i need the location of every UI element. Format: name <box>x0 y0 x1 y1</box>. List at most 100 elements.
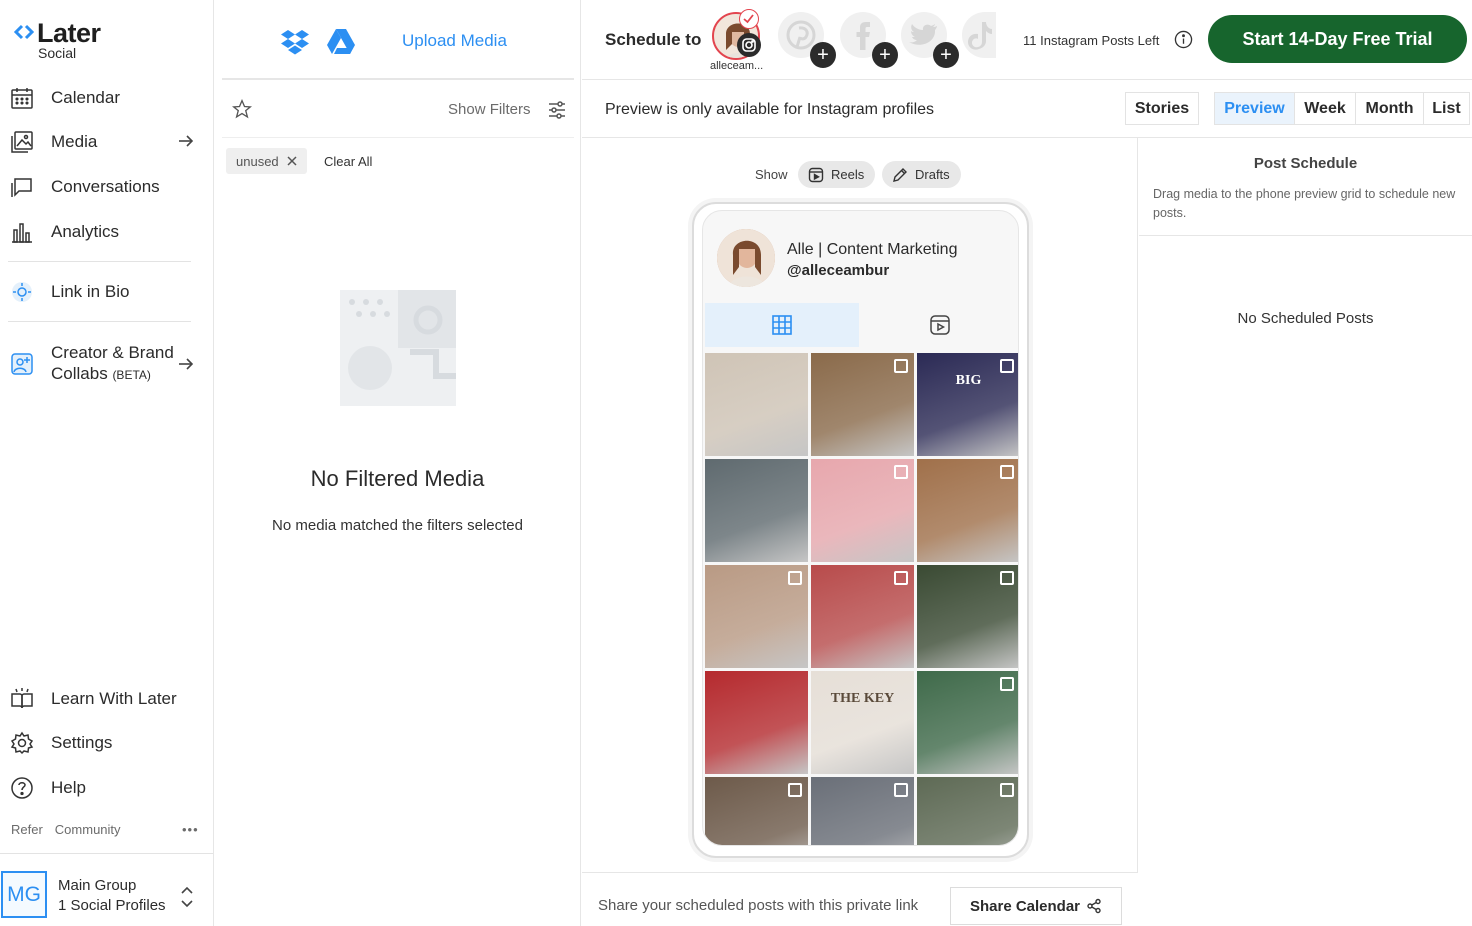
profile-username: alleceam... <box>710 60 764 72</box>
empty-state-title: No Filtered Media <box>310 466 485 491</box>
show-drafts-toggle[interactable]: Drafts <box>882 161 961 188</box>
post-tile[interactable] <box>705 671 808 774</box>
add-twitter-profile[interactable]: + <box>901 12 959 68</box>
carousel-icon <box>788 571 802 585</box>
sidebar-item-label: Learn With Later <box>51 689 177 708</box>
post-tile[interactable]: THE KEY <box>811 671 914 774</box>
sidebar-item-calendar[interactable]: Calendar <box>0 78 213 118</box>
share-calendar-label: Share Calendar <box>969 897 1081 915</box>
group-switcher[interactable]: MG Main Group 1 Social Profiles <box>0 853 213 926</box>
reels-tab[interactable] <box>861 303 1018 347</box>
phone-screen: Alle | Content Marketing @alleceambur BI… <box>702 210 1019 846</box>
sidebar-item-conversations[interactable]: Conversations <box>0 167 213 207</box>
arrow-right-icon <box>179 358 194 370</box>
post-tile-text: BIG <box>955 373 982 388</box>
post-schedule-panel: Post Schedule Drag media to the phone pr… <box>1139 138 1472 926</box>
show-filters-button[interactable]: Show Filters <box>448 101 531 118</box>
post-tile[interactable] <box>811 353 914 456</box>
add-tiktok-profile[interactable] <box>962 12 996 58</box>
sidebar-item-label-line2: Collabs <box>51 364 108 383</box>
plus-icon: + <box>933 42 959 68</box>
show-toggle-label: Show <box>755 167 788 182</box>
carousel-icon <box>894 571 908 585</box>
group-profiles-count: 1 Social Profiles <box>58 897 166 914</box>
sidebar-item-help[interactable]: Help <box>0 768 213 808</box>
sidebar-item-settings[interactable]: Settings <box>0 723 213 763</box>
show-reels-toggle[interactable]: Reels <box>798 161 876 188</box>
sidebar-item-label: Calendar <box>51 88 120 107</box>
calendar-icon <box>10 86 34 110</box>
upload-media-button[interactable]: Upload Media <box>402 31 507 51</box>
star-icon[interactable] <box>232 99 252 119</box>
share-calendar-button[interactable]: Share Calendar <box>950 887 1122 925</box>
post-tile[interactable]: BIG <box>917 353 1018 456</box>
post-tile[interactable] <box>705 459 808 562</box>
post-tile[interactable] <box>917 565 1018 668</box>
google-drive-icon[interactable] <box>326 28 356 55</box>
post-tile[interactable] <box>705 565 808 668</box>
filter-row: Show Filters <box>222 82 574 138</box>
carousel-icon <box>788 783 802 797</box>
media-library-panel: Upload Media Show Filters unused Clear A… <box>214 0 581 926</box>
grid-tab[interactable] <box>705 303 859 347</box>
more-options-icon[interactable]: ••• <box>182 822 199 837</box>
info-icon[interactable] <box>1174 30 1193 49</box>
media-icon <box>10 130 34 154</box>
sidebar-item-creator-collabs[interactable]: Creator & Brand Collabs (BETA) <box>0 340 213 388</box>
post-tile[interactable] <box>811 777 914 845</box>
sidebar-item-label: Conversations <box>51 177 160 196</box>
filter-chip-unused[interactable]: unused <box>226 148 307 174</box>
posts-left-counter: 11 Instagram Posts Left <box>1023 33 1160 48</box>
filter-sliders-icon[interactable] <box>548 101 566 119</box>
arrow-right-icon <box>179 135 194 147</box>
group-name: Main Group <box>58 877 137 894</box>
post-grid: BIG THE KEY <box>705 353 1018 845</box>
sidebar-footer-links: Refer Community <box>11 822 121 837</box>
post-tile[interactable] <box>917 671 1018 774</box>
brand-sub: Social <box>38 45 77 61</box>
view-preview-button[interactable]: Preview <box>1214 92 1295 125</box>
view-list-button[interactable]: List <box>1423 92 1470 125</box>
community-link[interactable]: Community <box>55 822 121 837</box>
no-scheduled-posts: No Scheduled Posts <box>1237 310 1374 327</box>
sidebar-item-learn[interactable]: Learn With Later <box>0 679 213 719</box>
book-icon <box>10 687 34 711</box>
carousel-icon <box>1000 677 1014 691</box>
view-month-button[interactable]: Month <box>1355 92 1424 125</box>
sidebar-item-label: Creator & Brand <box>51 343 174 362</box>
group-avatar: MG <box>1 871 47 918</box>
filter-chip-label: unused <box>236 153 279 169</box>
clear-all-button[interactable]: Clear All <box>324 154 372 169</box>
add-pinterest-profile[interactable]: + <box>778 12 836 68</box>
refer-link[interactable]: Refer <box>11 822 43 837</box>
post-tile[interactable] <box>811 565 914 668</box>
phone-mockup: Alle | Content Marketing @alleceambur BI… <box>692 202 1029 858</box>
start-free-trial-button[interactable]: Start 14-Day Free Trial <box>1208 15 1467 63</box>
sidebar-item-label: Link in Bio <box>51 282 130 301</box>
beta-badge: (BETA) <box>112 368 151 382</box>
post-tile[interactable] <box>811 459 914 562</box>
sidebar-item-label: Settings <box>51 733 113 752</box>
post-tile[interactable] <box>705 777 808 845</box>
drafts-label: Drafts <box>915 167 950 182</box>
preview-note: Preview is only available for Instagram … <box>605 101 935 118</box>
profile-handle: @alleceambur <box>787 262 890 279</box>
close-icon[interactable] <box>287 156 297 166</box>
pencil-icon <box>893 167 907 182</box>
sidebar-divider <box>8 321 191 322</box>
add-facebook-profile[interactable]: + <box>840 12 898 68</box>
post-tile[interactable] <box>705 353 808 456</box>
sidebar: Later Social Calendar Media Conversation… <box>0 0 214 926</box>
carousel-icon <box>1000 465 1014 479</box>
sidebar-item-analytics[interactable]: Analytics <box>0 212 213 252</box>
schedule-to-label: Schedule to <box>605 30 702 49</box>
post-tile[interactable] <box>917 777 1018 845</box>
dropbox-icon[interactable] <box>280 28 310 56</box>
post-tile[interactable] <box>917 459 1018 562</box>
view-stories-button[interactable]: Stories <box>1125 92 1199 125</box>
sidebar-item-link-in-bio[interactable]: Link in Bio <box>0 272 213 312</box>
sidebar-item-media[interactable]: Media <box>0 122 213 162</box>
carousel-icon <box>894 359 908 373</box>
gear-icon <box>10 731 34 755</box>
view-week-button[interactable]: Week <box>1294 92 1356 125</box>
